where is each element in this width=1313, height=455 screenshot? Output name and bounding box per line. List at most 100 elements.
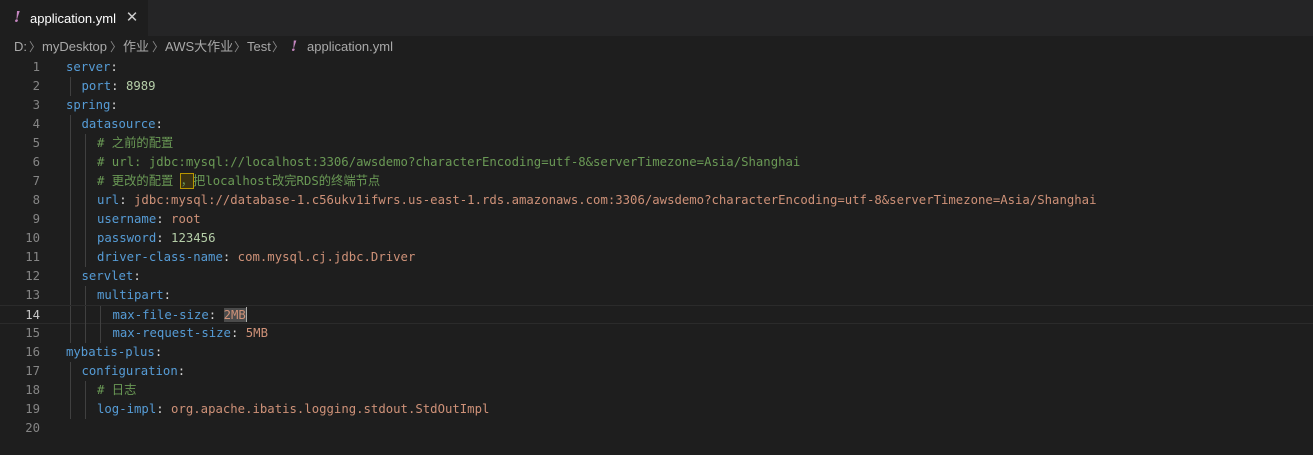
indent-guide — [85, 248, 86, 267]
line-number: 19 — [25, 402, 40, 416]
tab-title: application.yml — [30, 11, 116, 26]
yaml-value: com.mysql.cj.jdbc.Driver — [237, 250, 416, 264]
punctuation: : — [111, 79, 126, 93]
indent-guide — [85, 381, 86, 400]
line-number: 15 — [25, 326, 40, 340]
code-line[interactable]: 12 servlet: — [0, 267, 1313, 286]
code-text: configuration: — [82, 362, 186, 381]
code-line[interactable]: 17 configuration: — [0, 362, 1313, 381]
indent-guide — [85, 286, 86, 305]
line-number: 16 — [25, 345, 40, 359]
yaml-key: port — [81, 79, 112, 93]
code-text: # 日志 — [97, 381, 136, 400]
indent-guide — [85, 191, 86, 210]
code-text: mybatis-plus: — [66, 343, 162, 362]
line-number: 17 — [25, 364, 40, 378]
code-line[interactable]: 6 # url: jdbc:mysql://localhost:3306/awsd… — [0, 153, 1313, 172]
code-line[interactable]: 11 driver-class-name: com.mysql.cj.jdbc.D… — [0, 248, 1313, 267]
indent-guide — [85, 153, 86, 172]
indent-guide — [70, 153, 71, 172]
code-line[interactable]: 2 port: 8989 — [0, 77, 1313, 96]
code-line[interactable]: 4 datasource: — [0, 115, 1313, 134]
code-line[interactable]: 13 multipart: — [0, 286, 1313, 305]
code-line[interactable]: 10 password: 123456 — [0, 229, 1313, 248]
code-line[interactable]: 19 log-impl: org.apache.ibatis.logging.st… — [0, 400, 1313, 419]
indent-guide — [85, 324, 86, 343]
indent-guide — [85, 229, 86, 248]
line-number: 1 — [32, 60, 40, 74]
code-text: max-request-size: 5MB — [113, 324, 269, 343]
line-number: 5 — [32, 136, 40, 150]
code-text: driver-class-name: com.mysql.cj.jdbc.Dri… — [97, 248, 415, 267]
code-line[interactable]: 5 # 之前的配置 — [0, 134, 1313, 153]
line-number: 6 — [32, 155, 40, 169]
line-number: 14 — [25, 308, 40, 322]
code-text: username: root — [97, 210, 201, 229]
breadcrumb-item-mydesktop[interactable]: myDesktop — [42, 36, 107, 58]
code-line[interactable]: 16 mybatis-plus: — [0, 343, 1313, 362]
indent-guide — [70, 172, 71, 191]
warning-icon: ! — [291, 39, 298, 55]
breadcrumb-item-aws-homework[interactable]: AWS大作业 — [165, 36, 233, 58]
indent-guide — [70, 77, 71, 96]
comment: # 日志 — [97, 383, 137, 397]
yaml-value: root — [171, 212, 201, 226]
code-line[interactable]: 20 — [0, 419, 1313, 438]
code-line[interactable]: 14 max-file-size: 2MB — [0, 305, 1313, 325]
yaml-key: configuration — [81, 364, 178, 378]
yaml-key: driver-class-name — [97, 250, 223, 264]
chevron-right-icon: 〉 — [110, 40, 123, 54]
chevron-right-icon: 〉 — [29, 40, 42, 54]
line-number: 9 — [32, 212, 40, 226]
line-number: 11 — [25, 250, 40, 264]
line-number: 18 — [25, 383, 40, 397]
code-text: log-impl: org.apache.ibatis.logging.stdo… — [97, 400, 489, 419]
code-line[interactable]: 7 # 更改的配置 ，把localhost改完RDS的终端节点 — [0, 172, 1313, 191]
comment: 把localhost改完RDS的终端节点 — [193, 174, 381, 188]
yaml-key: log-impl — [97, 402, 157, 416]
line-number: 3 — [32, 98, 40, 112]
code-line[interactable]: 18 # 日志 — [0, 381, 1313, 400]
indent-guide — [70, 191, 71, 210]
indent-guide — [85, 172, 86, 191]
indent-guide — [70, 362, 71, 381]
breadcrumb-item-file[interactable]: application.yml — [307, 36, 393, 58]
code-line[interactable]: 15 max-request-size: 5MB — [0, 324, 1313, 343]
breadcrumb-item-test[interactable]: Test — [247, 36, 271, 58]
code-text: datasource: — [82, 115, 163, 134]
yaml-key: servlet — [81, 269, 134, 283]
indent-guide — [85, 134, 86, 153]
punctuation: : — [133, 269, 141, 283]
code-line[interactable]: 9 username: root — [0, 210, 1313, 229]
code-editor[interactable]: 1 server: 2 port: 8989 3 spring: 4 datasource: 5… — [0, 58, 1313, 455]
line-number: 12 — [25, 269, 40, 283]
code-line[interactable]: 8 url: jdbc:mysql://database-1.c56ukv1ifw… — [0, 191, 1313, 210]
code-line[interactable]: 1 server: — [0, 58, 1313, 77]
line-number: 4 — [32, 117, 40, 131]
breadcrumb-item-homework[interactable]: 作业 — [123, 36, 149, 58]
yaml-value: jdbc:mysql://database-1.c56ukv1ifwrs.us-… — [134, 193, 1097, 207]
code-line[interactable]: 3 spring: — [0, 96, 1313, 115]
code-text: # 之前的配置 — [97, 134, 173, 153]
indent-guide — [70, 248, 71, 267]
yaml-number: 123456 — [171, 231, 216, 245]
indent-guide — [70, 381, 71, 400]
line-number: 10 — [25, 231, 40, 245]
close-icon[interactable]: ✕ — [124, 9, 140, 25]
tab-bar: ! application.yml ✕ — [0, 0, 1313, 36]
punctuation: : — [110, 60, 118, 74]
tab-application-yml[interactable]: ! application.yml ✕ — [0, 0, 148, 36]
punctuation: : — [230, 326, 246, 340]
code-text: # url: jdbc:mysql://localhost:3306/awsde… — [97, 153, 800, 172]
code-text: spring: — [66, 96, 118, 115]
indent-guide — [85, 306, 86, 325]
indent-guide — [85, 400, 86, 419]
punctuation: : — [110, 98, 118, 112]
line-number: 2 — [32, 79, 40, 93]
line-number: 13 — [25, 288, 40, 302]
code-text: # 更改的配置 ，把localhost改完RDS的终端节点 — [97, 172, 380, 191]
punctuation: : — [154, 345, 163, 359]
yaml-key: max-file-size — [112, 308, 209, 322]
chevron-right-icon: 〉 — [152, 40, 165, 54]
breadcrumb-item-drive[interactable]: D: — [14, 36, 27, 58]
